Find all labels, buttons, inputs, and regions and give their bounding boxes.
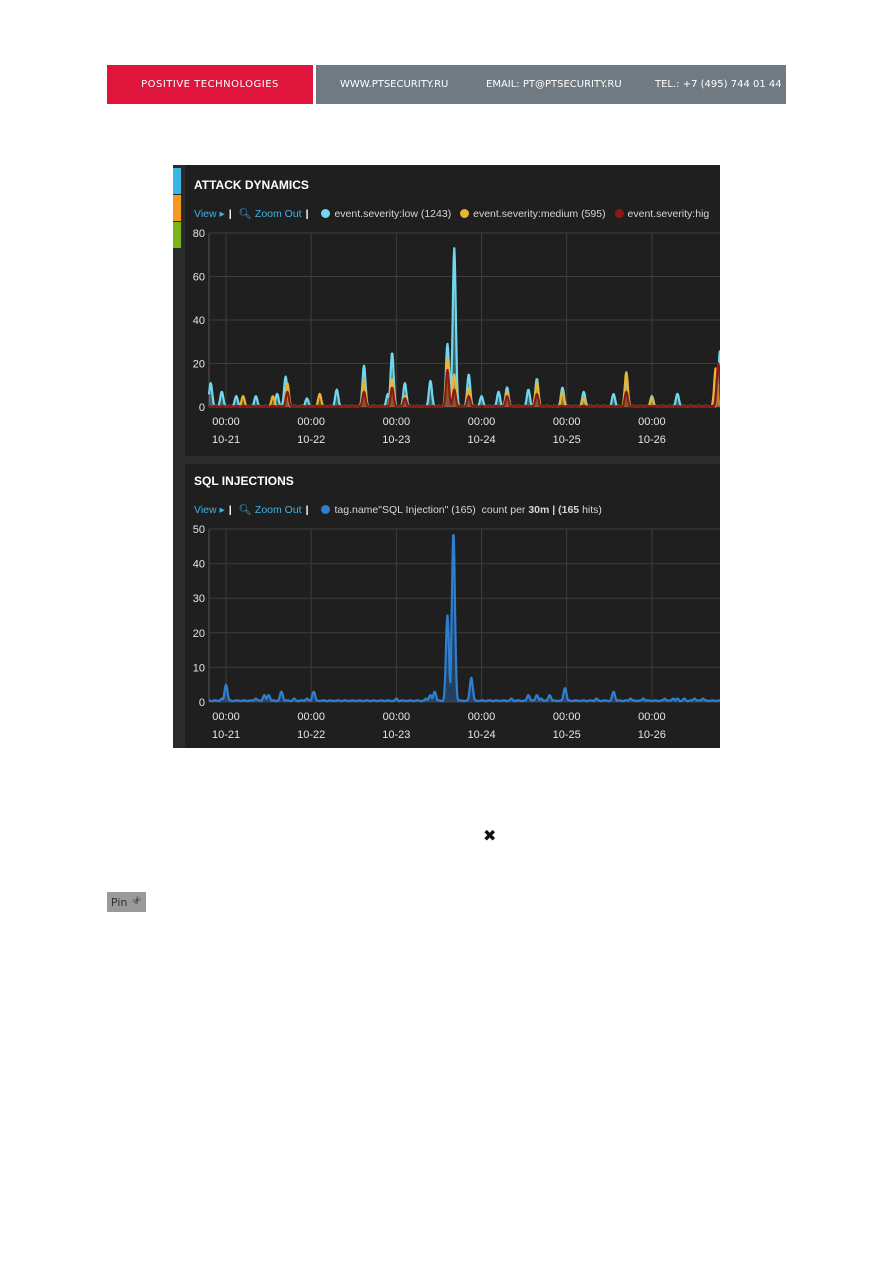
x-tick-time: 00:00 [212,711,240,723]
attack-dynamics-panel: ATTACK DYNAMICS View ▸ | 🔍︎ Zoom Out | eve… [185,165,720,456]
brand-logo: POSITIVE TECHNOLOGIES [107,65,313,104]
legend-swatch-low [321,209,331,218]
legend-swatch-high [614,209,624,218]
count-prefix: count per [481,504,526,516]
legend-item-high[interactable]: event.severity:hig [628,208,710,220]
separator: | [305,504,309,516]
count-hits-close: hits) [582,504,602,516]
view-menu[interactable]: View ▸ [194,208,225,220]
y-tick-label: 60 [193,272,205,284]
x-tick-date: 10-24 [467,434,495,446]
dashboard-screenshot: ATTACK DYNAMICS View ▸ | 🔍︎ Zoom Out | eve… [173,165,720,748]
zoom-out-button[interactable]: 🔍︎ Zoom Out [239,504,302,516]
website-link[interactable]: WWW.PTSECURITY.RU [340,79,448,90]
pin-button[interactable]: Pin 📌 [107,892,146,912]
panel-title: ATTACK DYNAMICS [194,178,309,192]
y-tick-label: 20 [193,628,205,640]
x-tick-date: 10-22 [297,729,325,741]
x-tick-time: 00:00 [383,711,411,723]
side-strip-blue [173,168,181,194]
x-tick-time: 00:00 [297,416,325,428]
x-tick-time: 00:00 [212,416,240,428]
legend-item-low[interactable]: event.severity:low (1243) [334,208,451,220]
phone-text: TEL.: +7 (495) 744 01 44 [655,79,782,90]
y-tick-label: 30 [193,593,205,605]
x-tick-date: 10-24 [467,729,495,741]
y-tick-label: 80 [193,228,205,240]
x-tick-time: 00:00 [638,416,666,428]
zoom-out-icon: 🔍︎ [238,208,252,220]
series-area [209,535,720,702]
x-tick-date: 10-23 [382,729,410,741]
x-tick-time: 00:00 [468,711,496,723]
chart-toolbar: View ▸ | 🔍︎ Zoom Out | event.severity:low … [194,207,709,220]
x-tick-date: 10-22 [297,434,325,446]
x-tick-time: 00:00 [468,416,496,428]
zoom-out-button[interactable]: 🔍︎ Zoom Out [239,208,302,220]
email-link[interactable]: EMAIL: PT@PTSECURITY.RU [486,79,622,90]
x-tick-time: 00:00 [297,711,325,723]
x-tick-date: 10-25 [553,729,581,741]
y-tick-label: 0 [199,697,205,709]
y-tick-label: 20 [193,359,205,371]
y-tick-label: 40 [193,315,205,327]
header-banner: POSITIVE TECHNOLOGIES WWW.PTSECURITY.RU … [107,65,786,104]
legend-item-sql[interactable]: tag.name"SQL Injection" (165) [334,504,475,516]
separator: | [305,208,309,220]
sql-injections-chart[interactable]: 0 10 20 30 40 50 00:00 10-21 00:00 10-22 00:00 10-2… [185,522,720,748]
pin-label: Pin [110,895,128,909]
legend-swatch-medium [460,209,470,218]
pin-icon: 📌 [130,897,143,907]
panel-title: SQL INJECTIONS [194,474,294,488]
attack-dynamics-chart[interactable]: 0 20 40 60 80 00:00 10-21 00:00 10-22 00:00 10-23 0… [185,227,720,456]
close-icon[interactable]: ✖ [483,826,496,845]
zoom-out-label: Zoom Out [254,504,302,516]
contact-bar: WWW.PTSECURITY.RU EMAIL: PT@PTSECURITY.R… [316,65,786,104]
x-tick-date: 10-21 [212,729,240,741]
x-tick-date: 10-21 [212,434,240,446]
side-strip-orange [173,195,181,221]
legend-swatch-sql [321,505,331,514]
y-tick-label: 40 [193,559,205,571]
separator: | [228,504,232,516]
x-tick-time: 00:00 [553,416,581,428]
side-strip-green [173,222,181,248]
x-tick-time: 00:00 [638,711,666,723]
y-tick-label: 10 [193,662,205,674]
x-tick-time: 00:00 [553,711,581,723]
x-tick-date: 10-25 [553,434,581,446]
count-hits: 165 [561,504,580,516]
x-tick-date: 10-26 [638,729,666,741]
zoom-out-label: Zoom Out [254,208,302,220]
y-tick-label: 50 [193,524,205,536]
series-line [207,247,720,408]
count-interval: 30m [528,504,550,516]
separator: | [228,208,232,220]
legend-item-medium[interactable]: event.severity:medium (595) [473,208,605,220]
x-tick-date: 10-23 [382,434,410,446]
zoom-out-icon: 🔍︎ [238,504,252,516]
sql-injections-panel: SQL INJECTIONS View ▸ | 🔍︎ Zoom Out | tag.… [185,464,720,748]
x-tick-date: 10-26 [638,434,666,446]
y-tick-label: 0 [199,402,205,414]
count-hits-open: | ( [552,504,562,516]
chart-toolbar: View ▸ | 🔍︎ Zoom Out | tag.name"SQL Inject… [194,503,602,516]
view-menu[interactable]: View ▸ [194,504,225,516]
series-line [208,534,720,703]
x-tick-time: 00:00 [383,416,411,428]
